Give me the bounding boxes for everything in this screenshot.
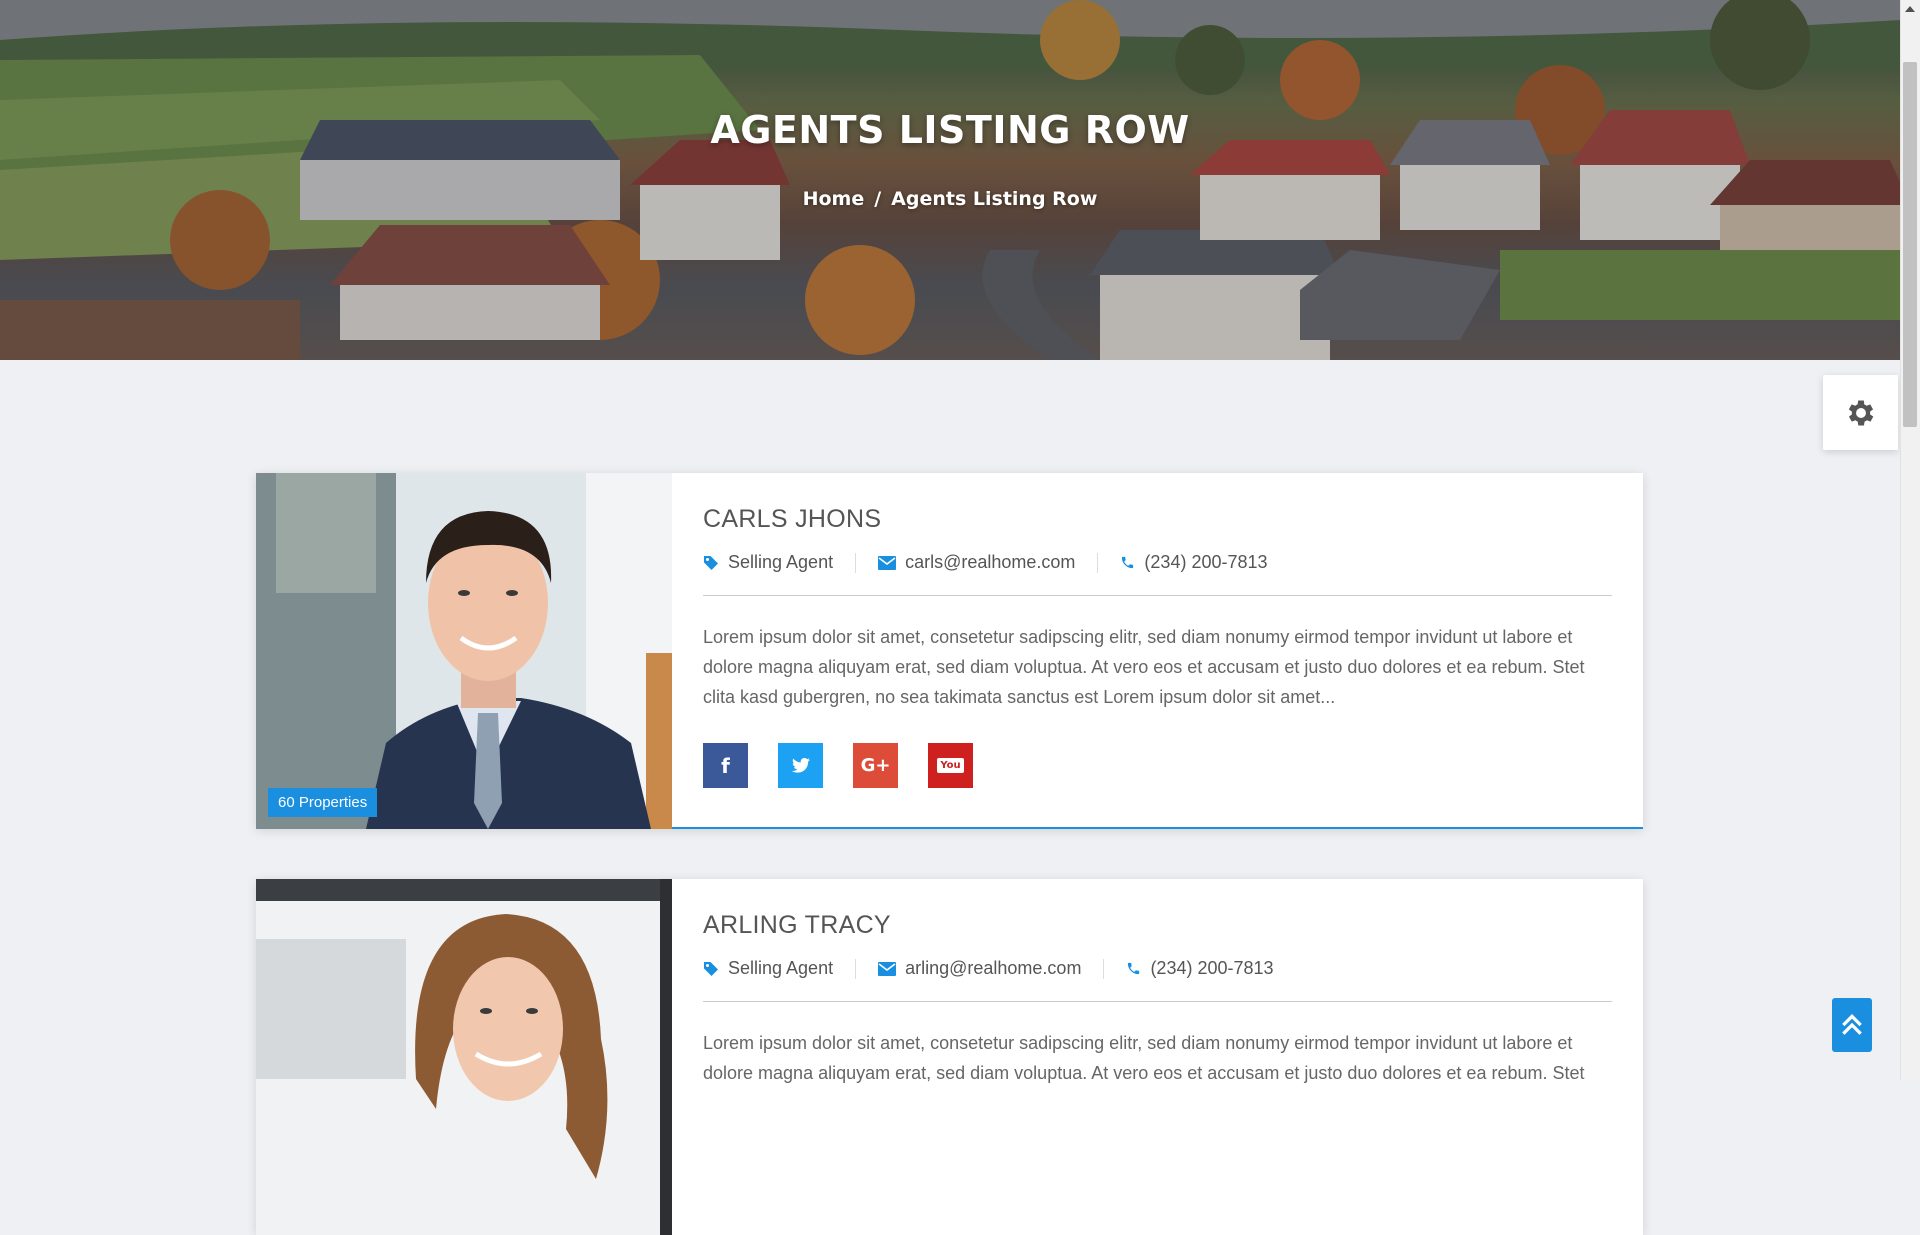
facebook-button[interactable]: f [703, 743, 748, 788]
agent-email-text[interactable]: arling@realhome.com [905, 958, 1081, 979]
breadcrumb: Home / Agents Listing Row [0, 188, 1900, 210]
breadcrumb-separator: / [874, 188, 882, 210]
phone-icon [1128, 962, 1140, 975]
twitter-button[interactable] [778, 743, 823, 788]
envelope-icon [878, 555, 897, 570]
agent-phone[interactable]: (234) 200-7813 [1126, 958, 1274, 979]
agent-email[interactable]: carls@realhome.com [878, 552, 1075, 573]
youtube-icon: You [937, 758, 964, 773]
hero-banner: AGENTS LISTING ROW Home / Agents Listing R… [0, 0, 1900, 360]
agent-email[interactable]: arling@realhome.com [878, 958, 1081, 979]
google-plus-button[interactable]: G+ [853, 743, 898, 788]
agent-contact-row: Selling Agent carls@realhome.com (234) 2… [703, 552, 1612, 596]
meta-divider [1097, 552, 1099, 573]
agent-role-label: Selling Agent [728, 552, 834, 572]
agent-photo-image [256, 473, 672, 829]
agent-photo[interactable] [256, 879, 672, 1235]
agent-card: 60 Properties CARLS JHONS Selling Agent … [256, 473, 1643, 829]
agent-role: Selling Agent [703, 552, 833, 573]
agent-card: ARLING TRACY Selling Agent arling@realho… [256, 879, 1643, 1235]
agent-role-label: Selling Agent [728, 958, 834, 978]
scrollbar-up-arrow-icon[interactable] [1905, 6, 1915, 12]
agent-name[interactable]: ARLING TRACY [703, 911, 1612, 940]
meta-divider [1103, 958, 1105, 979]
agent-info: CARLS JHONS Selling Agent carls@realhome… [672, 473, 1643, 827]
agent-phone-text[interactable]: (234) 200-7813 [1144, 552, 1267, 573]
agent-phone[interactable]: (234) 200-7813 [1120, 552, 1268, 573]
double-chevron-up-icon [1842, 1014, 1862, 1035]
phone-icon [1122, 556, 1134, 569]
envelope-icon [878, 961, 897, 976]
social-links: f G+ You [703, 743, 1612, 788]
agent-contact-row: Selling Agent arling@realhome.com (234) … [703, 958, 1612, 1002]
google-plus-icon: G+ [860, 755, 891, 776]
agent-description: Lorem ipsum dolor sit amet, consetetur s… [703, 627, 1585, 707]
agent-info: ARLING TRACY Selling Agent arling@realho… [672, 879, 1643, 1235]
agent-role: Selling Agent [703, 958, 833, 979]
youtube-button[interactable]: You [928, 743, 973, 788]
properties-count-badge: 60 Properties [268, 788, 378, 817]
agent-photo[interactable]: 60 Properties [256, 473, 672, 829]
scroll-to-top-button[interactable] [1832, 998, 1872, 1052]
meta-divider [855, 958, 857, 979]
agent-photo-image [256, 879, 672, 1235]
settings-panel-toggle[interactable] [1823, 375, 1898, 450]
agent-phone-text[interactable]: (234) 200-7813 [1150, 958, 1273, 979]
agent-email-text[interactable]: carls@realhome.com [905, 552, 1075, 573]
scrollbar-thumb[interactable] [1903, 62, 1917, 427]
tag-icon [704, 961, 718, 976]
hero-village-image [0, 0, 1900, 360]
breadcrumb-home-link[interactable]: Home [803, 188, 865, 210]
tag-icon [704, 555, 718, 570]
agent-name[interactable]: CARLS JHONS [703, 505, 1612, 534]
twitter-icon [791, 758, 810, 773]
meta-divider [855, 552, 857, 573]
gear-icon [1848, 400, 1873, 425]
breadcrumb-current: Agents Listing Row [891, 188, 1098, 210]
page-title: AGENTS LISTING ROW [710, 108, 1190, 152]
agent-description: Lorem ipsum dolor sit amet, consetetur s… [703, 1033, 1585, 1083]
facebook-icon: f [721, 753, 730, 778]
